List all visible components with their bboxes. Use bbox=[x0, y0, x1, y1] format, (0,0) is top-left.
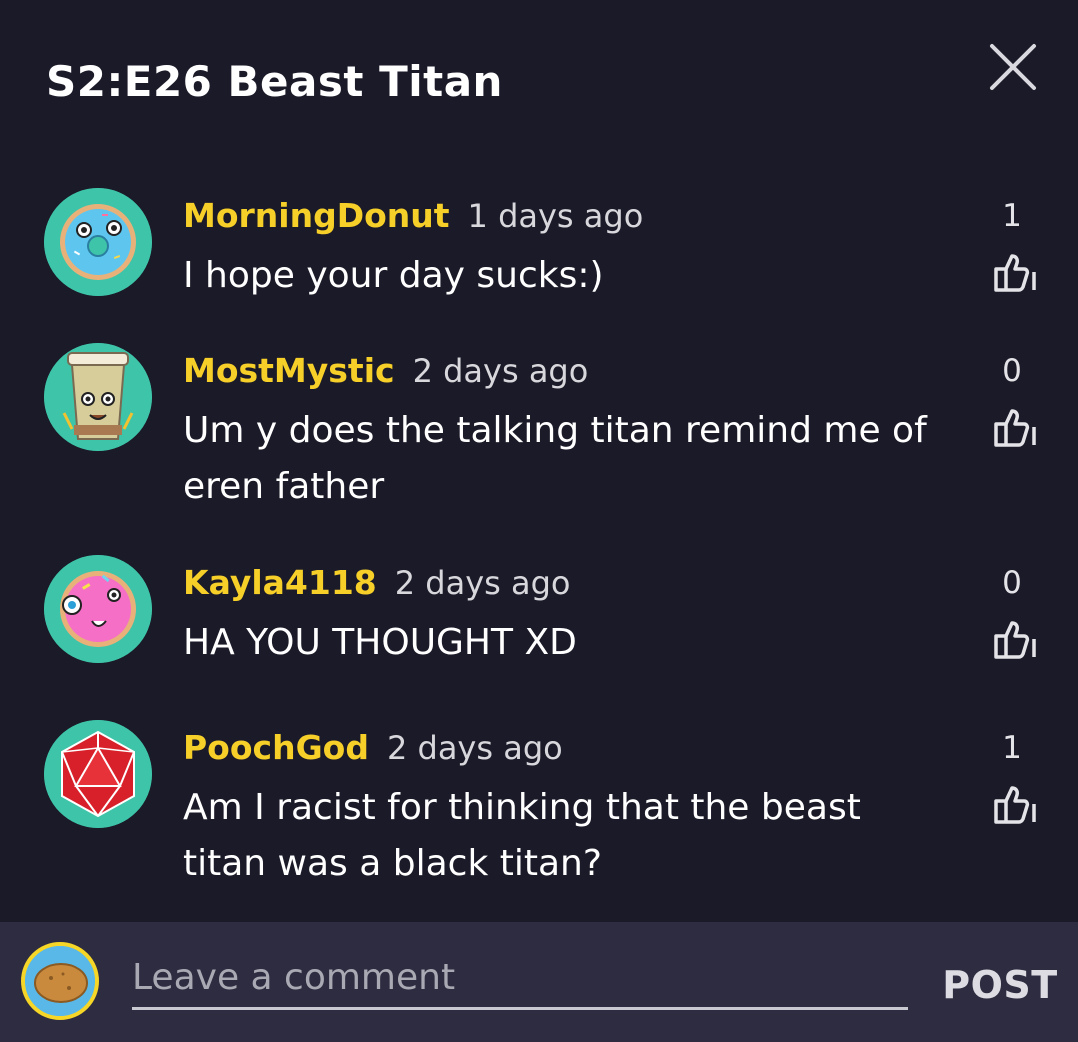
comment-meta: PoochGod 2 days ago bbox=[183, 726, 563, 770]
comment-meta: MorningDonut 1 days ago bbox=[183, 194, 643, 238]
user-avatar[interactable] bbox=[44, 555, 152, 663]
coffee-cup-avatar-icon bbox=[44, 343, 152, 451]
comment-composer: POST bbox=[0, 922, 1078, 1042]
potato-avatar-icon bbox=[25, 946, 95, 1016]
like-button[interactable] bbox=[990, 250, 1038, 294]
current-user-avatar[interactable] bbox=[21, 942, 99, 1020]
like-count: 0 bbox=[1002, 353, 1022, 389]
close-icon bbox=[990, 44, 1036, 90]
comment-item: MorningDonut 1 days ago I hope your day s… bbox=[0, 188, 1078, 324]
user-avatar[interactable] bbox=[44, 720, 152, 828]
like-count: 0 bbox=[1002, 565, 1022, 601]
comment-timestamp: 2 days ago bbox=[412, 352, 589, 390]
user-avatar[interactable] bbox=[44, 343, 152, 451]
comment-timestamp: 2 days ago bbox=[386, 729, 563, 767]
comment-text: Um y does the talking titan remind me of… bbox=[183, 410, 927, 507]
comment-username[interactable]: PoochGod bbox=[183, 728, 369, 767]
comment-text: Am I racist for thinking that the beast … bbox=[183, 787, 861, 884]
close-button[interactable] bbox=[986, 40, 1040, 94]
comment-item: Kayla4118 2 days ago HA YOU THOUGHT XD 0 bbox=[0, 555, 1078, 681]
comment-meta: MostMystic 2 days ago bbox=[183, 349, 588, 393]
like-count: 1 bbox=[1002, 198, 1022, 234]
like-button[interactable] bbox=[990, 405, 1038, 449]
like-button[interactable] bbox=[990, 782, 1038, 826]
comment-timestamp: 2 days ago bbox=[394, 564, 571, 602]
pink-donut-avatar-icon bbox=[44, 555, 152, 663]
comment-meta: Kayla4118 2 days ago bbox=[183, 561, 571, 605]
like-button[interactable] bbox=[990, 617, 1038, 661]
thumbs-up-icon bbox=[994, 786, 1036, 824]
post-button[interactable]: POST bbox=[930, 960, 1070, 1010]
d20-dice-avatar-icon bbox=[44, 720, 152, 828]
comment-input[interactable] bbox=[132, 948, 908, 1010]
panel-header: S2:E26 Beast Titan bbox=[0, 0, 1078, 150]
comment-text: HA YOU THOUGHT XD bbox=[183, 622, 577, 663]
comment-item: MostMystic 2 days ago Um y does the talki… bbox=[0, 343, 1078, 519]
comment-text: I hope your day sucks:) bbox=[183, 255, 604, 296]
thumbs-up-icon bbox=[994, 409, 1036, 447]
user-avatar[interactable] bbox=[44, 188, 152, 296]
comment-username[interactable]: MostMystic bbox=[183, 351, 395, 390]
donut-avatar-icon bbox=[44, 188, 152, 296]
like-count: 1 bbox=[1002, 730, 1022, 766]
comment-username[interactable]: MorningDonut bbox=[183, 196, 450, 235]
comments-panel: S2:E26 Beast Titan MorningDonut 1 days a… bbox=[0, 0, 1078, 1042]
comment-username[interactable]: Kayla4118 bbox=[183, 563, 377, 602]
thumbs-up-icon bbox=[994, 621, 1036, 659]
thumbs-up-icon bbox=[994, 254, 1036, 292]
episode-title: S2:E26 Beast Titan bbox=[46, 57, 503, 106]
comment-item: PoochGod 2 days ago Am I racist for think… bbox=[0, 720, 1078, 896]
comment-timestamp: 1 days ago bbox=[467, 197, 644, 235]
